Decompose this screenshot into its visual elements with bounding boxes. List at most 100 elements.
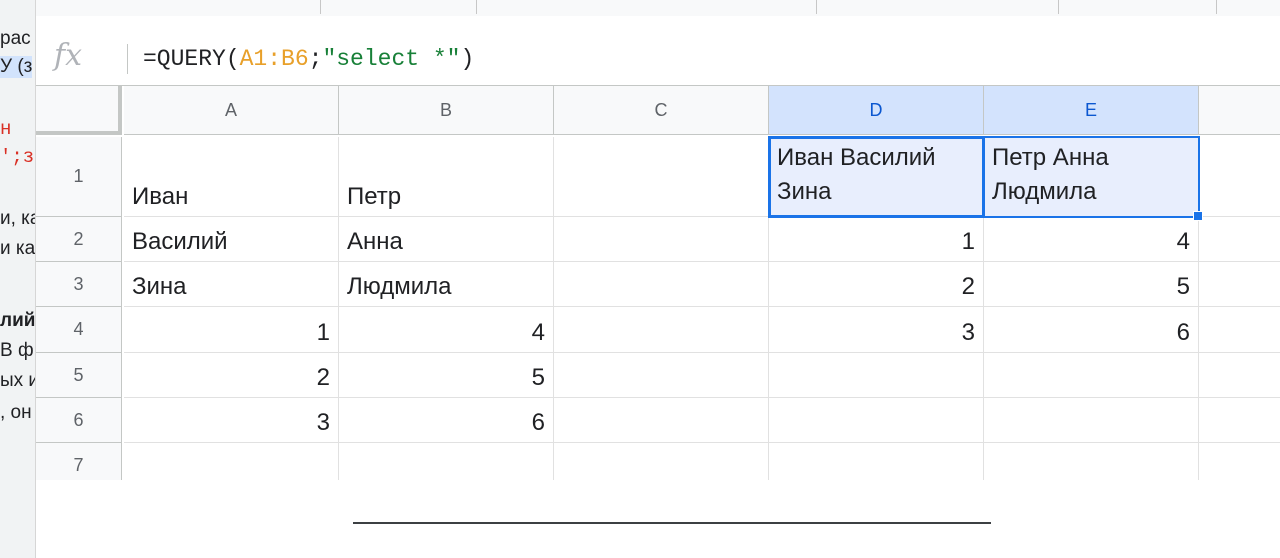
column-header-a[interactable]: A (124, 86, 339, 135)
cell-value: 6 (531, 409, 545, 436)
cell-value: 5 (1176, 273, 1190, 300)
cell-e2[interactable]: 4 (984, 217, 1199, 262)
cell-c1[interactable] (554, 137, 769, 217)
cell-value: Иван (132, 183, 189, 210)
column-header-f[interactable] (1199, 86, 1280, 135)
cell-e4[interactable]: 6 (984, 307, 1199, 353)
cell-value: Людмила (347, 273, 452, 300)
background-text: , он (0, 402, 32, 423)
background-text: В ф (0, 340, 34, 361)
cell-value: Петр Анна Людмила (992, 144, 1109, 205)
column-header-d[interactable]: D (769, 86, 984, 135)
cell-b4[interactable]: 4 (339, 307, 554, 353)
row-header-1[interactable]: 1 (36, 137, 122, 217)
background-text: лий (0, 310, 36, 331)
cell-a5[interactable]: 2 (124, 353, 339, 398)
cell-c4[interactable] (554, 307, 769, 353)
toolbar-separator (1216, 0, 1217, 14)
cell-a1[interactable]: Иван (124, 137, 339, 217)
cell-f1[interactable] (1199, 137, 1280, 217)
cell-b6[interactable]: 6 (339, 398, 554, 443)
cell-value: 1 (316, 319, 330, 346)
background-text: рас (0, 28, 31, 49)
toolbar-separator (320, 0, 321, 14)
toolbar-separator (1058, 0, 1059, 14)
cell-value: Зина (132, 273, 187, 300)
sheet-grid: A B C D E 1 Иван Петр Иван Василий Зина Петр Анна… (36, 86, 1280, 480)
cell-value: 2 (316, 364, 330, 391)
row-header-2[interactable]: 2 (36, 217, 122, 262)
formula-bar: fx =QUERY(A1:B6;"select *") (36, 16, 1280, 86)
cell-d4[interactable]: 3 (769, 307, 984, 353)
cell-a4[interactable]: 1 (124, 307, 339, 353)
cell-d3[interactable]: 2 (769, 262, 984, 307)
cell-f3[interactable] (1199, 262, 1280, 307)
cell-b5[interactable]: 5 (339, 353, 554, 398)
cell-a7[interactable] (124, 443, 339, 480)
row-header-3[interactable]: 3 (36, 262, 122, 307)
cell-d7[interactable] (769, 443, 984, 480)
cell-value: 1 (961, 228, 975, 255)
cell-f2[interactable] (1199, 217, 1280, 262)
cell-value: Василий (132, 228, 228, 255)
select-all-corner[interactable] (36, 86, 122, 135)
cell-value: Анна (347, 228, 403, 255)
background-text: У (з (0, 56, 33, 78)
cell-e5[interactable] (984, 353, 1199, 398)
cell-d6[interactable] (769, 398, 984, 443)
cell-e7[interactable] (984, 443, 1199, 480)
toolbar (36, 0, 1280, 16)
cell-f5[interactable] (1199, 353, 1280, 398)
toolbar-separator (476, 0, 477, 14)
cell-value: Иван Василий Зина (777, 144, 936, 205)
cell-e6[interactable] (984, 398, 1199, 443)
formula-input[interactable]: =QUERY(A1:B6;"select *") (143, 46, 474, 72)
background-article: рас У (з н ';з и, ка и ка лий В ф ых и ,… (0, 0, 36, 480)
cell-c5[interactable] (554, 353, 769, 398)
spreadsheet-window: рас У (з н ';з и, ка и ка лий В ф ых и ,… (0, 0, 1280, 558)
cell-c3[interactable] (554, 262, 769, 307)
cell-c7[interactable] (554, 443, 769, 480)
cell-f7[interactable] (1199, 443, 1280, 480)
background-page-lower (0, 480, 36, 558)
fx-icon: fx (54, 38, 83, 73)
cell-f4[interactable] (1199, 307, 1280, 353)
cell-b3[interactable]: Людмила (339, 262, 554, 307)
cell-value: 4 (1176, 228, 1190, 255)
cell-e1[interactable]: Петр Анна Людмила (984, 137, 1199, 217)
cell-e3[interactable]: 5 (984, 262, 1199, 307)
cell-c2[interactable] (554, 217, 769, 262)
cell-c6[interactable] (554, 398, 769, 443)
background-code-text: н (0, 118, 12, 140)
cell-a3[interactable]: Зина (124, 262, 339, 307)
formula-part-plain: ; (308, 46, 323, 72)
column-header-c[interactable]: C (554, 86, 769, 135)
cell-d2[interactable]: 1 (769, 217, 984, 262)
cell-b2[interactable]: Анна (339, 217, 554, 262)
row-header-6[interactable]: 6 (36, 398, 122, 443)
row-header-5[interactable]: 5 (36, 353, 122, 398)
fill-handle[interactable] (1193, 211, 1203, 221)
cell-a2[interactable]: Василий (124, 217, 339, 262)
cell-value: 4 (531, 319, 545, 346)
background-code-text: ';з (0, 146, 35, 168)
cell-f6[interactable] (1199, 398, 1280, 443)
background-text: ых и (0, 370, 36, 391)
cell-b1[interactable]: Петр (339, 137, 554, 217)
formula-part-str: "select *" (322, 46, 461, 72)
cell-a6[interactable]: 3 (124, 398, 339, 443)
column-header-e[interactable]: E (984, 86, 1199, 135)
cell-value: 6 (1176, 319, 1190, 346)
formula-part-plain: =QUERY( (143, 46, 240, 72)
cell-d1[interactable]: Иван Василий Зина (769, 137, 984, 217)
divider-line (353, 522, 991, 524)
cell-b7[interactable] (339, 443, 554, 480)
row-header-7[interactable]: 7 (36, 443, 122, 480)
cell-d5[interactable] (769, 353, 984, 398)
column-header-b[interactable]: B (339, 86, 554, 135)
background-text: и ка (0, 238, 36, 259)
formula-part-ref: A1:B6 (239, 46, 309, 72)
row-header-4[interactable]: 4 (36, 307, 122, 353)
formula-bar-separator (127, 44, 128, 74)
toolbar-separator (816, 0, 817, 14)
